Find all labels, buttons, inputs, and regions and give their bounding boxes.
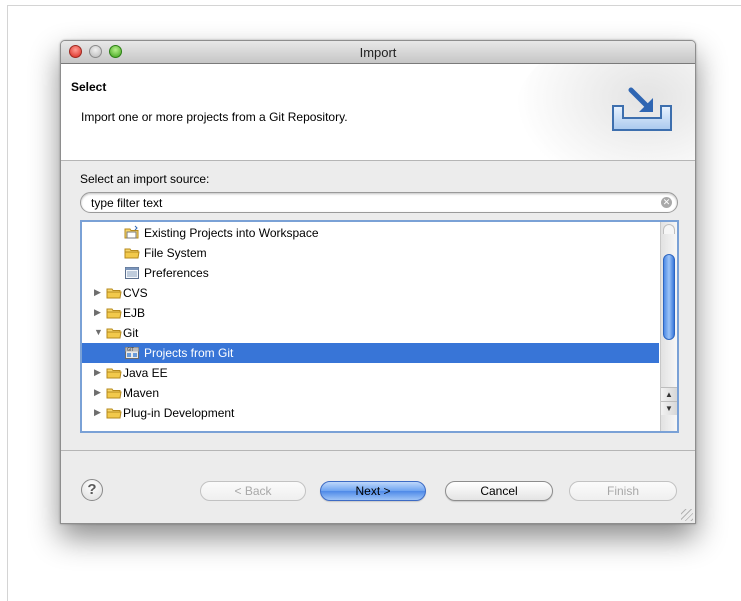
tree-item-label: Existing Projects into Workspace (144, 226, 319, 240)
tree-item-ejb[interactable]: ▶ EJB (82, 303, 659, 323)
tree-item-preferences[interactable]: Preferences (82, 263, 659, 283)
tree-item-git[interactable]: ▼ Git (82, 323, 659, 343)
scrollbar-thumb[interactable] (663, 254, 675, 340)
folder-icon (106, 405, 122, 421)
tree-item-java-ee[interactable]: ▶ Java EE (82, 363, 659, 383)
tree-item-label: EJB (123, 306, 146, 320)
folder-icon (106, 385, 122, 401)
help-icon[interactable]: ? (81, 479, 103, 501)
git-icon: GIT (124, 345, 140, 361)
tree-item-label: Projects from Git (144, 346, 234, 360)
folder-icon (106, 305, 122, 321)
disclosure-collapsed-icon[interactable]: ▶ (94, 287, 103, 298)
wizard-banner: Select Import one or more projects from … (61, 64, 695, 161)
disclosure-collapsed-icon[interactable]: ▶ (94, 387, 103, 398)
page-border-left (7, 5, 8, 601)
tree-item-label: Maven (123, 386, 160, 400)
vertical-scrollbar[interactable]: ▲ ▼ (660, 222, 677, 431)
disclosure-collapsed-icon[interactable]: ▶ (94, 307, 103, 318)
button-bar-separator (61, 450, 695, 451)
tree-item-label: Java EE (123, 366, 168, 380)
svg-text:GIT: GIT (127, 347, 134, 352)
tree-item-label: Git (123, 326, 139, 340)
preferences-icon (124, 265, 140, 281)
scroll-down-arrow-icon[interactable]: ▼ (661, 401, 677, 415)
import-source-tree[interactable]: Existing Projects into Workspace File Sys… (80, 220, 679, 433)
tree-item-label: CVS (123, 286, 148, 300)
scrollbar-track-cap (663, 224, 675, 234)
folder-icon (106, 285, 122, 301)
next-button[interactable]: Next > (320, 481, 426, 501)
folder-icon (106, 365, 122, 381)
finish-button[interactable]: Finish (569, 481, 677, 501)
folder-icon (106, 325, 122, 341)
folder-icon (124, 245, 140, 261)
tree-item-cvs[interactable]: ▶ CVS (82, 283, 659, 303)
resize-grip-icon[interactable] (681, 509, 693, 521)
import-wizard-icon (612, 87, 672, 131)
disclosure-expanded-icon[interactable]: ▼ (94, 327, 103, 338)
tree-item-label: Preferences (144, 266, 209, 280)
filter-input[interactable] (91, 195, 651, 210)
page-description: Import one or more projects from a Git R… (81, 110, 348, 124)
tree-viewport: Existing Projects into Workspace File Sys… (82, 222, 659, 431)
tree-item-existing-projects-into-workspace[interactable]: Existing Projects into Workspace (82, 223, 659, 243)
filter-field[interactable]: ✕ (80, 192, 678, 213)
title-bar[interactable]: Import (61, 41, 695, 64)
tree-item-label: File System (144, 246, 207, 260)
page-title: Select (71, 80, 107, 94)
disclosure-collapsed-icon[interactable]: ▶ (94, 367, 103, 378)
page-border-top (7, 5, 741, 6)
cancel-button[interactable]: Cancel (445, 481, 553, 501)
tree-item-projects-from-git[interactable]: GIT Projects from Git (82, 343, 659, 363)
back-button[interactable]: < Back (200, 481, 306, 501)
window-title: Import (359, 45, 397, 60)
tree-item-label: Plug-in Development (123, 406, 235, 420)
clear-filter-icon[interactable]: ✕ (661, 197, 672, 208)
disclosure-collapsed-icon[interactable]: ▶ (94, 407, 103, 418)
tree-item-maven[interactable]: ▶ Maven (82, 383, 659, 403)
project-icon (124, 225, 140, 241)
tree-item-plug-in-development[interactable]: ▶ Plug-in Development (82, 403, 659, 423)
import-source-label: Select an import source: (80, 172, 210, 186)
scroll-up-arrow-icon[interactable]: ▲ (661, 387, 677, 401)
tree-item-file-system[interactable]: File System (82, 243, 659, 263)
import-dialog: Import Select Import one or more project… (60, 40, 696, 524)
